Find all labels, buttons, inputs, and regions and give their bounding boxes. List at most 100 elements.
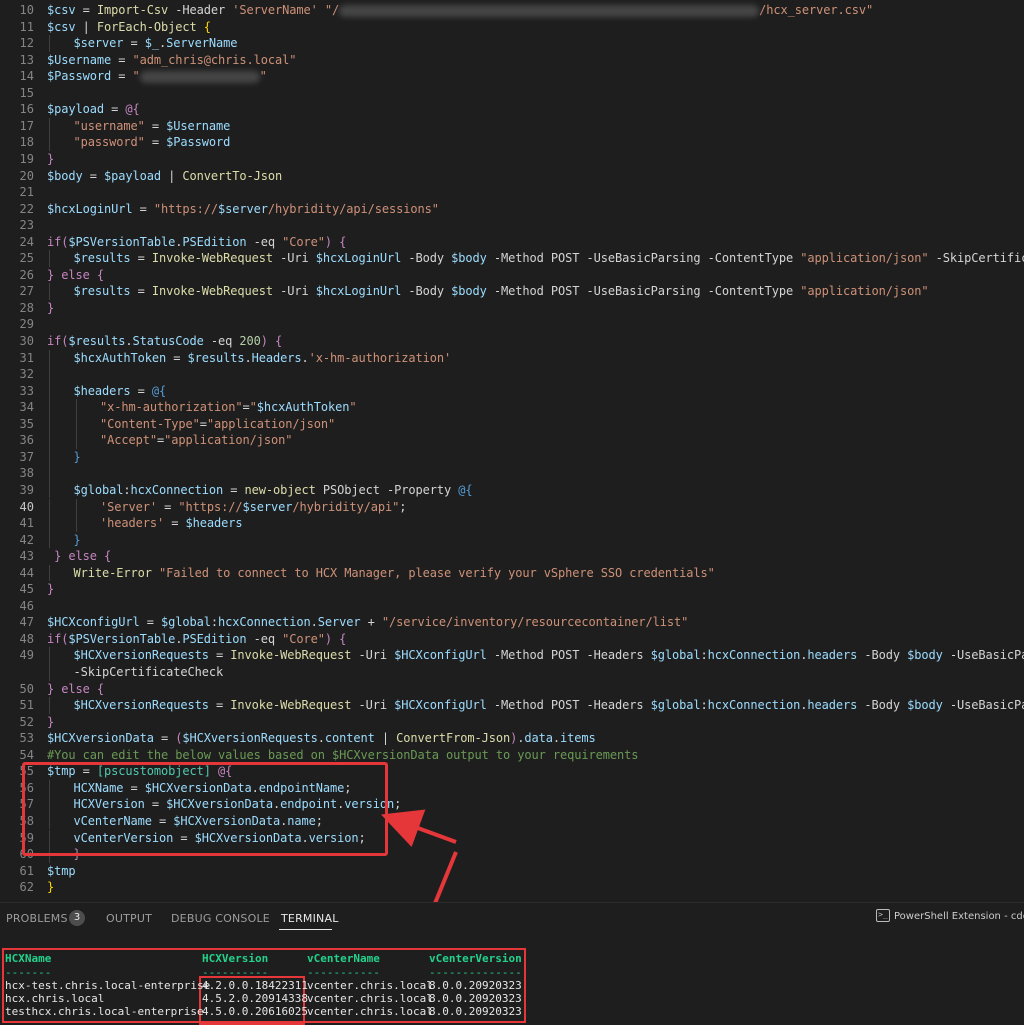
code-text: $tmp — [47, 863, 76, 880]
code-line[interactable]: 47$HCXconfigUrl = $global:hcxConnection.… — [0, 614, 1024, 631]
code-line[interactable]: 25$results = Invoke-WebRequest -Uri $hcx… — [0, 250, 1024, 267]
line-number: 39 — [0, 482, 34, 499]
tab-problems[interactable]: PROBLEMS — [6, 912, 68, 925]
indent-guide — [76, 399, 77, 416]
table-cell: 8.0.0.20920323 — [429, 1005, 522, 1018]
line-number: 30 — [0, 333, 34, 350]
line-number: 15 — [0, 85, 34, 102]
line-number: 35 — [0, 416, 34, 433]
code-line[interactable]: 49$HCXversionRequests = Invoke-WebReques… — [0, 647, 1024, 664]
code-line[interactable]: 62} — [0, 879, 1024, 896]
col-underline: -------------- — [429, 966, 522, 979]
code-line[interactable]: 13$Username = "adm_chris@chris.local" — [0, 52, 1024, 69]
code-line[interactable]: 19} — [0, 151, 1024, 168]
code-line[interactable]: 15 — [0, 85, 1024, 102]
line-number: 49 — [0, 647, 34, 664]
line-number: 29 — [0, 316, 34, 333]
code-text: $hcxLoginUrl = "https://$server/hybridit… — [47, 201, 439, 218]
code-line[interactable]: 16$payload = @{ — [0, 101, 1024, 118]
indent-guide — [49, 250, 50, 267]
indent-guide — [76, 432, 77, 449]
line-number: 18 — [0, 134, 34, 151]
code-text: $HCXversionData = ($HCXversionRequests.c… — [47, 730, 596, 747]
indent-guide — [49, 647, 50, 664]
code-line[interactable]: 39$global:hcxConnection = new-object PSO… — [0, 482, 1024, 499]
col-underline: ---------- — [202, 966, 268, 979]
terminal-instance-name[interactable]: PowerShell Extension - cdc — [894, 911, 1024, 922]
code-text: Write-Error "Failed to connect to HCX Ma… — [74, 565, 715, 582]
code-line[interactable]: 10$csv = Import-Csv -Header 'ServerName'… — [0, 2, 1024, 19]
terminal-output[interactable]: HCXName HCXVersion vCenterName vCenterVe… — [0, 932, 1024, 1022]
code-line[interactable]: 26} else { — [0, 267, 1024, 284]
code-line[interactable]: 14$Password = "" — [0, 68, 1024, 85]
code-line[interactable]: 50} else { — [0, 681, 1024, 698]
code-text: "x-hm-authorization"="$hcxAuthToken" — [100, 399, 357, 416]
highlight-box-tmp-object — [22, 762, 388, 856]
code-line[interactable]: 31$hcxAuthToken = $results.Headers.'x-hm… — [0, 350, 1024, 367]
code-text: } else { — [47, 267, 104, 284]
line-number: 46 — [0, 598, 34, 615]
code-line[interactable]: 36"Accept"="application/json" — [0, 432, 1024, 449]
code-line[interactable]: 42} — [0, 532, 1024, 549]
indent-guide — [49, 350, 50, 367]
line-number: 25 — [0, 250, 34, 267]
line-number: 21 — [0, 184, 34, 201]
code-text: $headers = @{ — [74, 383, 167, 400]
code-line[interactable]: 27$results = Invoke-WebRequest -Uri $hcx… — [0, 283, 1024, 300]
line-number: 33 — [0, 383, 34, 400]
code-text: } — [47, 300, 54, 317]
active-tab-indicator — [279, 929, 332, 930]
code-line[interactable]: 20$body = $payload | ConvertTo-Json — [0, 168, 1024, 185]
code-line[interactable]: 22 $hcxLoginUrl = "https://$server/hybrid… — [0, 201, 1024, 218]
code-line[interactable]: 21 — [0, 184, 1024, 201]
code-line[interactable]: 51$HCXversionRequests = Invoke-WebReques… — [0, 697, 1024, 714]
code-line[interactable]: 18"password" = $Password — [0, 134, 1024, 151]
code-line[interactable]: 46 — [0, 598, 1024, 615]
code-text: if($PSVersionTable.PSEdition -eq "Core")… — [47, 631, 346, 648]
tab-debug-console[interactable]: DEBUG CONSOLE — [171, 912, 270, 925]
code-line[interactable]: 61 $tmp — [0, 863, 1024, 880]
code-line[interactable]: 54#You can edit the below values based o… — [0, 747, 1024, 764]
code-line[interactable]: 32 — [0, 366, 1024, 383]
code-text: "Accept"="application/json" — [100, 432, 292, 449]
code-line[interactable]: 33 $headers = @{ — [0, 383, 1024, 400]
line-number: 22 — [0, 201, 34, 218]
code-line[interactable]: 11$csv | ForEach-Object { — [0, 19, 1024, 36]
code-line[interactable]: 48if($PSVersionTable.PSEdition -eq "Core… — [0, 631, 1024, 648]
code-line[interactable]: 41'headers' = $headers — [0, 515, 1024, 532]
code-line[interactable]: 29 — [0, 316, 1024, 333]
code-line[interactable]: 34"x-hm-authorization"="$hcxAuthToken" — [0, 399, 1024, 416]
line-number: 61 — [0, 863, 34, 880]
table-cell: 4.2.0.0.18422311 — [202, 979, 308, 992]
code-line[interactable]: 44Write-Error "Failed to connect to HCX … — [0, 565, 1024, 582]
code-line[interactable]: 53$HCXversionData = ($HCXversionRequests… — [0, 730, 1024, 747]
terminal-icon: >_ — [876, 909, 890, 922]
indent-guide — [49, 283, 50, 300]
col-underline: ------- — [5, 966, 51, 979]
code-line[interactable]: 52} — [0, 714, 1024, 731]
code-line[interactable]: 17"username" = $Username — [0, 118, 1024, 135]
code-line[interactable]: 43 } else { — [0, 548, 1024, 565]
tab-terminal[interactable]: TERMINAL — [281, 912, 339, 925]
tab-output[interactable]: OUTPUT — [106, 912, 152, 925]
code-text: $csv | ForEach-Object { — [47, 19, 211, 36]
code-line[interactable]: 23 — [0, 217, 1024, 234]
code-line[interactable]: 38 — [0, 465, 1024, 482]
code-text: } — [74, 449, 81, 466]
indent-guide — [49, 399, 50, 416]
code-line[interactable]: 12$server = $_.ServerName — [0, 35, 1024, 52]
code-line[interactable]: 40'Server' = "https://$server/hybridity/… — [0, 499, 1024, 516]
code-line[interactable]: 24if($PSVersionTable.PSEdition -eq "Core… — [0, 234, 1024, 251]
line-number: 54 — [0, 747, 34, 764]
code-line[interactable]: -SkipCertificateCheck — [0, 664, 1024, 681]
code-line[interactable]: 45} — [0, 581, 1024, 598]
code-text: $payload = @{ — [47, 101, 140, 118]
code-line[interactable]: 35"Content-Type"="application/json" — [0, 416, 1024, 433]
indent-guide — [76, 499, 77, 516]
indent-guide — [49, 697, 50, 714]
line-number: 17 — [0, 118, 34, 135]
code-line[interactable]: 28} — [0, 300, 1024, 317]
code-text: } — [47, 151, 54, 168]
code-line[interactable]: 37} — [0, 449, 1024, 466]
code-line[interactable]: 30if($results.StatusCode -eq 200) { — [0, 333, 1024, 350]
